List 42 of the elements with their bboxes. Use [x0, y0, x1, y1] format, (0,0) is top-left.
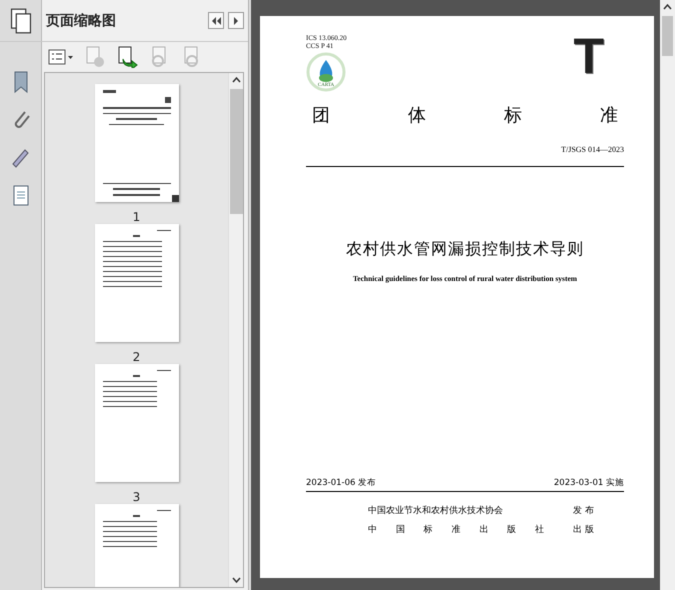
standard-type-text: 体: [408, 104, 426, 127]
standard-code: T/JSGS 014—2023: [560, 145, 624, 154]
splitter[interactable]: [248, 0, 252, 590]
publisher-name: 社: [534, 524, 544, 536]
right-arrow-icon: [233, 16, 239, 24]
page-number: 3: [132, 490, 140, 504]
collapse-button[interactable]: [208, 12, 224, 29]
page-number: 2: [132, 350, 140, 364]
effective-date: 2023-03-01 实施: [554, 477, 624, 489]
page-number: 1: [132, 210, 140, 224]
selection-handle[interactable]: [172, 195, 178, 202]
publisher-name: 中: [368, 524, 377, 536]
page-thumbnail[interactable]: [94, 504, 178, 587]
list-options-icon: [48, 49, 74, 65]
expand-button[interactable]: [228, 12, 244, 29]
standard-letter: T: [573, 34, 604, 86]
page-arrow-icon: [116, 46, 138, 68]
scroll-thumb[interactable]: [230, 89, 242, 214]
standard-type-text: 标: [504, 104, 522, 127]
page-thumbnail[interactable]: [94, 364, 178, 482]
double-left-arrow-icon: [211, 16, 221, 24]
panel-title: 页面缩略图: [46, 12, 117, 30]
insert-page-button[interactable]: [116, 46, 138, 68]
publisher-name: 准: [451, 524, 460, 536]
scrollbar[interactable]: [228, 73, 243, 587]
issue-date: 2023-01-06 发布: [306, 477, 376, 489]
options-button[interactable]: [48, 49, 74, 65]
page-thumbnail[interactable]: [94, 84, 178, 202]
publisher-name: 国: [396, 524, 405, 536]
publisher-name: 标: [424, 524, 433, 536]
publisher-name: 中国农业节水和农村供水技术协会: [368, 504, 503, 517]
publisher-role: 出 版: [572, 524, 594, 536]
publisher-role: 发 布: [572, 504, 594, 517]
scrollbar[interactable]: [660, 0, 675, 590]
scroll-thumb[interactable]: [662, 16, 673, 56]
standard-type-text: 准: [600, 104, 618, 127]
page-thumbnail[interactable]: [94, 224, 178, 342]
page-delete-icon: [84, 46, 106, 68]
publisher-name: 出: [479, 524, 488, 536]
document-title: 农村供水管网漏损控制技术导则: [345, 239, 585, 260]
standard-type-text: 团: [312, 104, 330, 127]
publisher-name: 版: [507, 524, 516, 536]
